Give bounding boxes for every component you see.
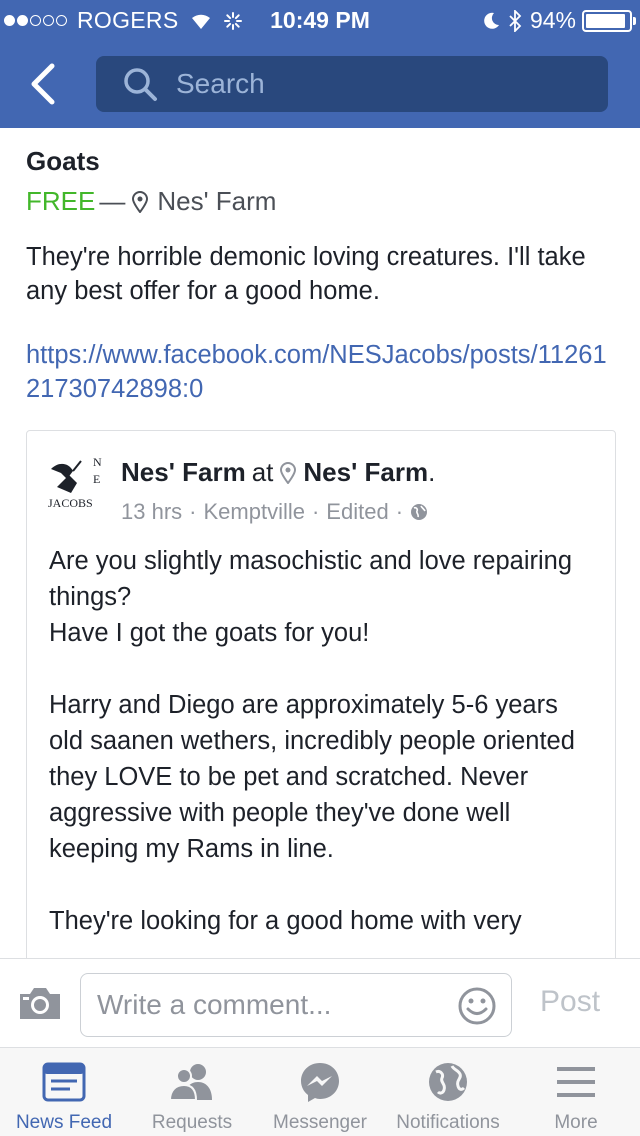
tab-notifications[interactable]: Notifications [384, 1048, 512, 1136]
requests-icon [170, 1064, 212, 1101]
battery-percent: 94% [529, 7, 576, 33]
shared-post-card[interactable]: N E JACOBS Nes' Farm at Nes' Farm . 13 h… [26, 430, 616, 958]
listing-content: Goats FREE — Nes' Farm They're horrible … [0, 128, 640, 958]
post-time[interactable]: 13 hrs [121, 499, 182, 525]
post-button[interactable]: Post [540, 985, 600, 1019]
tab-label: Requests [151, 1112, 233, 1133]
page-avatar[interactable]: N E JACOBS [47, 453, 105, 511]
search-icon [124, 68, 157, 101]
price-separator: — [99, 186, 126, 216]
tab-label: More [554, 1112, 598, 1133]
search-input[interactable] [176, 68, 556, 100]
post-edited[interactable]: Edited [326, 499, 388, 525]
listing-title: Goats [26, 146, 100, 176]
meta-separator: · [311, 499, 320, 524]
tab-label: News Feed [15, 1112, 113, 1133]
post-place[interactable]: Nes' Farm [303, 457, 428, 488]
news-feed-icon [42, 1062, 86, 1102]
meta-separator: · [189, 499, 197, 524]
status-bar: ROGERS 10:49 PM 94% [0, 0, 640, 40]
bluetooth-icon [509, 9, 522, 32]
post-at-text: at [251, 457, 274, 487]
tab-label: Messenger [273, 1112, 367, 1133]
post-place-suffix: . [428, 457, 436, 487]
tab-requests[interactable]: Requests [128, 1048, 256, 1136]
listing-description: They're horrible demonic loving creature… [26, 243, 586, 305]
search-bar[interactable] [96, 56, 608, 112]
avatar-name: JACOBS [48, 496, 93, 510]
comment-input[interactable] [97, 989, 447, 1021]
listing-price: FREE [26, 186, 96, 216]
price-location-line: FREE — Nes' Farm [26, 186, 276, 217]
location-pin-icon [132, 190, 149, 213]
back-button[interactable] [24, 60, 64, 108]
avatar-letter-n: N [93, 455, 102, 469]
messenger-icon [301, 1063, 339, 1102]
globe-icon [429, 1063, 467, 1101]
shared-post-header: Nes' Farm at Nes' Farm . [121, 457, 435, 488]
tab-more[interactable]: More [512, 1048, 640, 1136]
menu-icon [557, 1067, 595, 1097]
battery-icon [582, 9, 636, 32]
listing-location[interactable]: Nes' Farm [157, 186, 276, 217]
do-not-disturb-icon [484, 12, 499, 29]
post-author[interactable]: Nes' Farm [121, 457, 246, 488]
tab-label: Notifications [396, 1112, 500, 1133]
comment-field[interactable] [80, 973, 512, 1037]
header: ROGERS 10:49 PM 94% [0, 0, 640, 128]
post-city[interactable]: Kemptville [203, 499, 304, 525]
location-pin-icon [280, 461, 297, 484]
meta-separator: · [395, 499, 404, 524]
post-body: Are you slightly masochistic and love re… [49, 547, 575, 935]
listing-link[interactable]: https://www.facebook.com/NESJacobs/posts… [26, 338, 616, 406]
tab-news-feed[interactable]: News Feed [0, 1048, 128, 1136]
emoji-icon[interactable] [457, 986, 497, 1026]
public-globe-icon [411, 504, 428, 520]
tab-messenger[interactable]: Messenger [256, 1048, 384, 1136]
tab-bar: News Feed Requests Messenger Notificatio… [0, 1048, 640, 1136]
avatar-letter-e: E [93, 472, 100, 486]
camera-icon[interactable] [18, 985, 62, 1021]
post-meta: 13 hrs · Kemptville · Edited · [121, 499, 428, 525]
comment-bar: Post [0, 958, 640, 1048]
